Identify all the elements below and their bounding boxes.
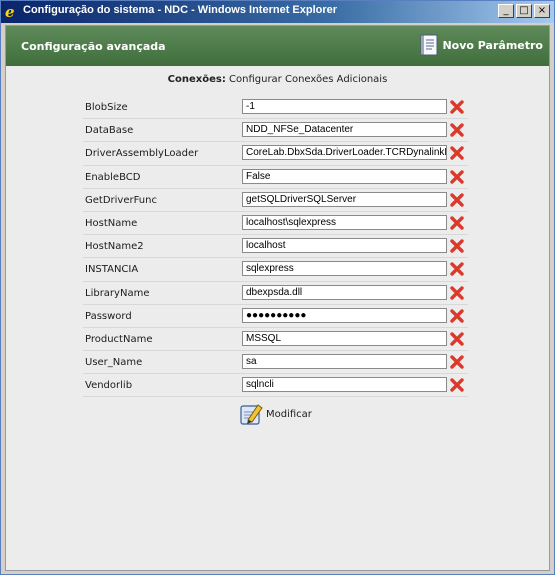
parameter-label: GetDriverFunc [85,194,157,206]
parameter-row: EnableBCD False [83,166,468,189]
parameter-value-field[interactable]: sqlncli [242,377,447,393]
parameter-row: LibraryName dbexpsda.dll [83,282,468,305]
new-parameter-button[interactable]: Novo Parâmetro [420,34,543,56]
parameter-label: User_Name [85,357,143,369]
parameter-label: Password [85,310,132,322]
parameter-value-field[interactable]: MSSQL [242,330,447,346]
parameter-label: HostName [85,217,138,229]
parameter-value-field[interactable]: sa [242,354,447,370]
parameter-row: HostName2 localhost [83,235,468,259]
delete-parameter-icon[interactable] [450,146,464,161]
internet-explorer-icon: e [5,3,15,21]
delete-parameter-icon[interactable] [450,378,464,392]
new-parameter-label: Novo Parâmetro [442,38,543,52]
parameter-value-field[interactable]: localhost\sqlexpress [242,214,447,230]
parameter-value-field[interactable]: sqlexpress [242,261,447,277]
close-button[interactable]: × [534,4,550,18]
parameter-row: User_Name sa [83,351,468,375]
page-header: Configuração avançada Novo Parâmetro [6,26,549,66]
delete-parameter-icon[interactable] [450,285,464,300]
delete-parameter-icon[interactable] [450,239,464,253]
parameter-value-field[interactable]: -1 [242,99,447,114]
delete-parameter-icon[interactable] [450,262,464,277]
delete-parameter-icon[interactable] [450,216,464,230]
browser-window: e Configuração do sistema - NDC - Window… [0,0,555,575]
parameter-row: Vendorlib sqlncli [83,374,468,398]
section-heading-text: Configurar Conexões Adicionais [225,74,388,85]
parameter-value-field[interactable]: getSQLDriverSQLServer [242,191,447,207]
parameter-row: DataBase NDD_NFSe_Datacenter [83,119,468,143]
modify-label: Modificar [266,408,312,420]
parameter-row: GetDriverFunc getSQLDriverSQLServer [83,189,468,212]
parameter-label: EnableBCD [85,171,141,183]
minimize-button[interactable]: _ [498,4,514,18]
modify-button[interactable]: Modificar [238,401,312,427]
edit-pencil-icon [240,404,263,425]
parameter-value-field[interactable]: dbexpsda.dll [242,284,447,300]
parameter-label: HostName2 [85,241,144,253]
parameter-label: INSTANCIA [85,264,139,276]
page-title: Configuração avançada [21,40,166,53]
parameter-label: DataBase [85,125,134,137]
parameter-value-field[interactable]: CoreLab.DbxSda.DriverLoader.TCRDynalinkD… [242,145,447,161]
parameter-row: BlobSize -1 [83,96,468,120]
window-title: Configuração do sistema - NDC - Windows … [23,4,338,16]
parameter-value-field[interactable]: localhost [242,238,447,254]
parameter-label: BlobSize [85,102,128,113]
delete-parameter-icon[interactable] [450,123,464,137]
parameter-row: INSTANCIA sqlexpress [83,258,468,282]
parameter-row: HostName localhost\sqlexpress [83,212,468,236]
parameter-label: ProductName [85,333,153,345]
parameters-form: BlobSize -1 DataBase NDD_NFSe_Datacenter Dri… [83,96,468,398]
delete-parameter-icon[interactable] [450,332,464,346]
parameter-row: ProductName MSSQL [83,328,468,352]
window-titlebar[interactable]: e Configuração do sistema - NDC - Window… [1,1,554,23]
delete-parameter-icon[interactable] [450,308,464,323]
parameter-row: Password ●●●●●●●●●● [83,305,468,328]
parameter-value-field[interactable]: False [242,168,447,184]
section-heading-bold: Conexões: [167,74,226,85]
maximize-button[interactable]: □ [516,4,532,18]
parameter-label: Vendorlib [85,380,133,392]
window-controls: _ □ × [498,4,550,18]
page-content: Configuração avançada Novo Parâmetro Con… [5,25,550,571]
delete-parameter-icon[interactable] [450,169,464,184]
delete-parameter-icon[interactable] [450,355,464,369]
parameter-label: DriverAssemblyLoader [85,148,199,160]
section-heading: Conexões: Configurar Conexões Adicionais [6,74,549,85]
parameter-value-field[interactable]: ●●●●●●●●●● [242,307,447,323]
delete-parameter-icon[interactable] [450,100,464,114]
delete-parameter-icon[interactable] [450,193,464,207]
parameter-row: DriverAssemblyLoader CoreLab.DbxSda.Drive… [83,142,468,166]
parameter-value-field[interactable]: NDD_NFSe_Datacenter [242,122,447,138]
document-icon [420,34,438,56]
parameter-label: LibraryName [85,287,150,299]
